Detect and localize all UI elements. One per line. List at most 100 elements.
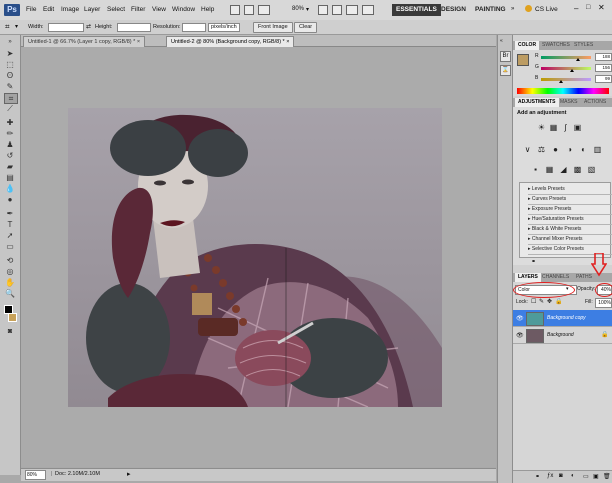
red-slider-track[interactable] (541, 56, 591, 59)
new-adjustment-layer-icon[interactable]: ◐ (571, 473, 575, 479)
toolbox-collapse-icon[interactable]: » (4, 38, 16, 47)
rotate-view-icon[interactable] (332, 5, 342, 15)
menu-select[interactable]: Select (107, 6, 125, 13)
front-image-button[interactable]: Front Image (253, 22, 293, 33)
status-zoom-field[interactable]: 80% (25, 470, 46, 480)
menu-layer[interactable]: Layer (84, 6, 100, 13)
close-tab-icon[interactable]: × (137, 39, 140, 45)
menu-window[interactable]: Window (172, 6, 195, 13)
workspace-design[interactable]: DESIGN (437, 4, 470, 16)
tab-color[interactable]: COLOR (515, 41, 540, 50)
brush-tool-icon[interactable]: ✏ (4, 129, 16, 138)
black-white-icon[interactable]: ◑ (565, 145, 574, 154)
quick-selection-tool-icon[interactable]: ✎ (4, 82, 16, 91)
launch-bridge-icon[interactable] (230, 5, 240, 15)
tab-layers[interactable]: LAYERS (515, 273, 541, 282)
menu-image[interactable]: Image (61, 6, 79, 13)
path-selection-tool-icon[interactable]: ➚ (4, 231, 16, 240)
swap-dimensions-icon[interactable]: ⇄ (86, 23, 91, 30)
exposure-icon[interactable]: ▣ (573, 123, 582, 132)
minimize-icon[interactable]: – (574, 4, 578, 13)
clear-button[interactable]: Clear (294, 22, 318, 33)
dock-collapse-icon[interactable]: « (500, 38, 503, 44)
clone-stamp-tool-icon[interactable]: ♟ (4, 140, 16, 149)
layer-background[interactable]: 👁 Background 🔒 (513, 327, 612, 344)
gradient-tool-icon[interactable]: ▤ (4, 173, 16, 182)
close-icon[interactable]: ✕ (598, 3, 605, 12)
tab-styles[interactable]: STYLES (571, 41, 596, 50)
vibrance-icon[interactable]: ∨ (523, 145, 532, 154)
threshold-icon[interactable]: ◢ (559, 165, 568, 174)
layer-name[interactable]: Background (547, 332, 574, 338)
layer-background-copy[interactable]: 👁 Background copy (513, 310, 612, 327)
preset-levels[interactable]: ▸ Levels Presets (528, 185, 612, 195)
blue-value-field[interactable]: 99 (595, 75, 612, 83)
workspace-more-icon[interactable]: » (511, 6, 514, 12)
red-value-field[interactable]: 188 (595, 53, 612, 61)
link-layers-icon[interactable]: ⚭ (535, 473, 540, 480)
launch-mini-bridge-icon[interactable] (244, 5, 254, 15)
preset-channel-mixer[interactable]: ▸ Channel Mixer Presets (528, 235, 612, 245)
selective-color-icon[interactable]: ▧ (587, 165, 596, 174)
hand-tool-icon[interactable] (318, 5, 328, 15)
move-tool-icon[interactable]: ➤ (4, 49, 16, 58)
eyedropper-tool-icon[interactable]: ⟋ (4, 104, 16, 113)
menu-filter[interactable]: Filter (131, 6, 145, 13)
foreground-color-chip[interactable] (517, 54, 529, 66)
lock-transparency-icon[interactable]: ☐ (531, 298, 536, 305)
workspace-painting[interactable]: PAINTING (471, 4, 510, 16)
view-extras-icon[interactable] (258, 5, 270, 15)
blue-slider-track[interactable] (541, 78, 591, 81)
delete-layer-icon[interactable]: 🗑 (603, 473, 611, 480)
preset-hue-saturation[interactable]: ▸ Hue/Saturation Presets (528, 215, 612, 225)
green-slider-track[interactable] (541, 67, 591, 70)
tab-masks[interactable]: MASKS (557, 98, 581, 107)
lasso-tool-icon[interactable]: ʘ (4, 71, 16, 80)
eye-icon[interactable]: 👁 (516, 315, 524, 322)
blue-slider-knob[interactable] (558, 80, 563, 83)
crop-tool-icon[interactable]: ⌗ (5, 22, 10, 32)
pen-tool-icon[interactable]: ✒ (4, 209, 16, 218)
tab-adjustments[interactable]: ADJUSTMENTS (515, 98, 559, 107)
red-slider-knob[interactable] (576, 58, 580, 61)
preset-black-white[interactable]: ▸ Black & White Presets (528, 225, 612, 235)
curves-icon[interactable]: ∫ (561, 123, 570, 132)
color-balance-icon[interactable]: ● (551, 145, 560, 154)
menu-help[interactable]: Help (201, 6, 214, 13)
gradient-map-icon[interactable]: ▩ (573, 165, 582, 174)
invert-icon[interactable]: ▪ (531, 165, 540, 174)
history-icon[interactable]: ⌛ (500, 65, 511, 76)
lock-all-icon[interactable]: 🔒 (555, 298, 562, 305)
menu-file[interactable]: File (26, 6, 36, 13)
dodge-tool-icon[interactable]: ● (4, 195, 16, 204)
crop-tool-icon[interactable]: ⌗ (4, 93, 18, 104)
marquee-tool-icon[interactable]: ⬚ (4, 60, 16, 69)
chevron-down-icon[interactable]: ▾ (15, 23, 18, 30)
color-ramp[interactable] (517, 88, 609, 94)
preset-exposure[interactable]: ▸ Exposure Presets (528, 205, 612, 215)
photo-filter-icon[interactable]: ◐ (579, 145, 588, 154)
fill-field[interactable]: 100% (595, 298, 612, 308)
new-layer-icon[interactable]: ▣ (593, 473, 599, 480)
menu-view[interactable]: View (152, 6, 166, 13)
channel-mixer-icon[interactable]: ▥ (593, 145, 602, 154)
mini-bridge-icon[interactable]: Br (500, 51, 511, 62)
new-group-icon[interactable]: ▭ (583, 473, 589, 480)
cs-live-button[interactable]: CS Live (535, 6, 558, 13)
blur-tool-icon[interactable]: 💧 (4, 184, 16, 193)
layer-name[interactable]: Background copy (547, 315, 586, 321)
height-input[interactable] (117, 23, 151, 32)
posterize-icon[interactable]: ▦ (545, 165, 554, 174)
width-input[interactable] (48, 23, 84, 32)
menu-edit[interactable]: Edit (43, 6, 54, 13)
tab-untitled-1[interactable]: Untitled-1 @ 66.7% (Layer 1 copy, RGB/8)… (23, 36, 146, 47)
hue-saturation-icon[interactable]: ⚖ (537, 145, 546, 154)
history-brush-tool-icon[interactable]: ↺ (4, 151, 16, 160)
hand-tool-icon[interactable]: ✋ (4, 278, 16, 287)
3d-rotate-tool-icon[interactable]: ⟲ (4, 256, 16, 265)
close-tab-icon[interactable]: × (286, 39, 289, 45)
zoom-tool-icon[interactable]: 🔍 (4, 289, 16, 298)
adjustment-clip-icon[interactable]: ⚭ (531, 258, 536, 265)
quick-mask-icon[interactable]: ◙ (4, 327, 16, 336)
resolution-input[interactable] (182, 23, 206, 32)
